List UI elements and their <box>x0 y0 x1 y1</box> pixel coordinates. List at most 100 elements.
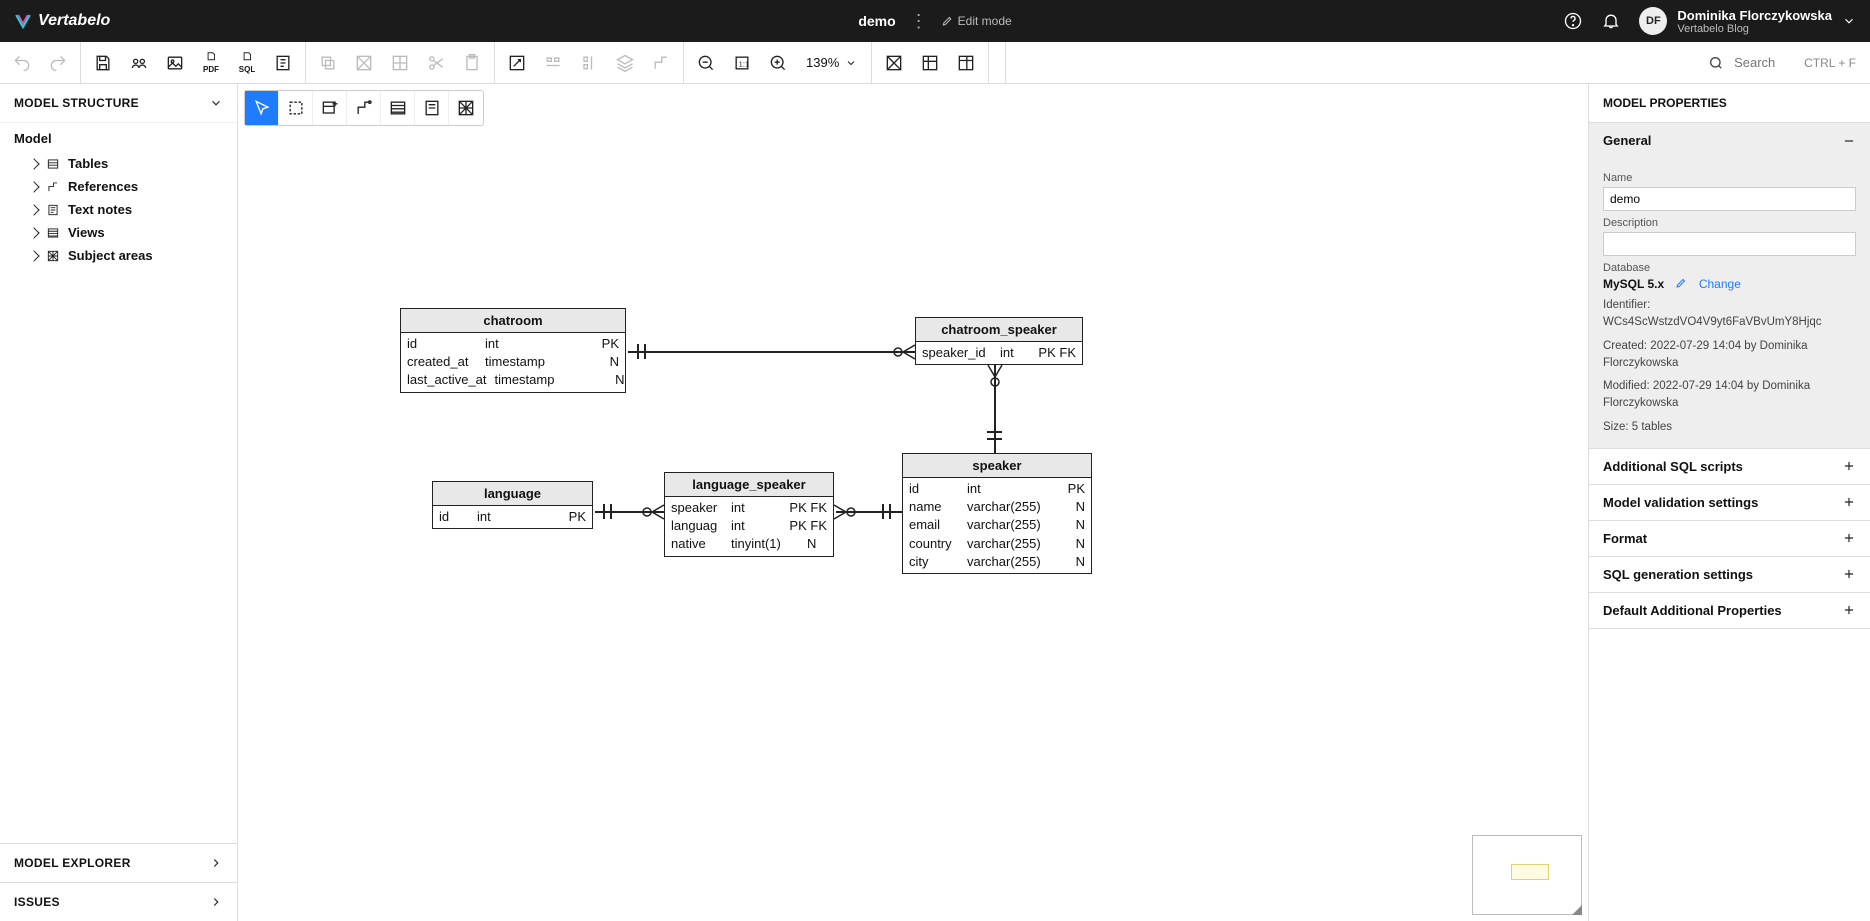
tree-item-views[interactable]: Views <box>14 221 223 244</box>
section-validation[interactable]: Model validation settings <box>1589 485 1870 520</box>
entity-title: chatroom <box>401 309 625 333</box>
erd-canvas[interactable]: chatroom idintPK created_attimestampN la… <box>238 84 1588 921</box>
entity-title: language_speaker <box>665 473 833 497</box>
redo-button[interactable] <box>44 49 72 77</box>
fit-button[interactable] <box>503 49 531 77</box>
layers-button[interactable] <box>611 49 639 77</box>
section-sql-scripts[interactable]: Additional SQL scripts <box>1589 449 1870 484</box>
search-input[interactable] <box>1734 55 1794 70</box>
entity-language-speaker[interactable]: language_speaker speakerintPK FK languag… <box>664 472 834 557</box>
issues-header[interactable]: ISSUES <box>0 882 237 921</box>
zoom-dropdown[interactable]: 139% <box>800 55 863 70</box>
section-sql-generation[interactable]: SQL generation settings <box>1589 557 1870 592</box>
brand-logo[interactable]: Vertabelo <box>14 12 110 30</box>
rel-line[interactable] <box>628 351 915 353</box>
avatar: DF <box>1639 7 1667 35</box>
help-icon[interactable] <box>1563 11 1583 31</box>
model-tree: Model Tables References Text notes Views… <box>0 123 237 843</box>
database-value: MySQL 5.x <box>1603 277 1664 291</box>
entity-chatroom[interactable]: chatroom idintPK created_attimestampN la… <box>400 308 626 393</box>
select-tool[interactable] <box>245 91 279 125</box>
crowfoot-icon <box>985 365 1005 389</box>
meta-size: Size: 5 tables <box>1603 419 1856 436</box>
add-view-tool[interactable] <box>381 91 415 125</box>
add-note-tool[interactable] <box>415 91 449 125</box>
add-reference-tool[interactable] <box>347 91 381 125</box>
edit-mode-indicator[interactable]: Edit mode <box>942 14 1012 28</box>
model-explorer-header[interactable]: MODEL EXPLORER <box>0 843 237 882</box>
model-properties-header: MODEL PROPERTIES <box>1589 84 1870 123</box>
crowfoot-icon <box>891 342 915 362</box>
entity-title: language <box>433 482 592 506</box>
note-icon <box>46 203 60 217</box>
svg-text:1:1: 1:1 <box>739 59 749 68</box>
tree-root[interactable]: Model <box>14 131 223 146</box>
section-general-header[interactable]: General <box>1589 123 1870 158</box>
zoom-out-button[interactable] <box>692 49 720 77</box>
entity-language[interactable]: language idintPK <box>432 481 593 529</box>
section-default-props[interactable]: Default Additional Properties <box>1589 593 1870 628</box>
model-description-input[interactable] <box>1603 232 1856 256</box>
meta-created: Created: 2022-07-29 14:04 by Dominika Fl… <box>1603 338 1856 373</box>
pdf-export-button[interactable]: PDF <box>197 49 225 77</box>
grid3-button[interactable] <box>952 49 980 77</box>
user-menu[interactable]: DF Dominika Florczykowska Vertabelo Blog <box>1639 7 1856 35</box>
grid1-button[interactable] <box>880 49 908 77</box>
reference-icon <box>46 180 60 194</box>
add-table-tool[interactable] <box>313 91 347 125</box>
align-v-button[interactable] <box>575 49 603 77</box>
grid2-button[interactable] <box>916 49 944 77</box>
zoom-reset-button[interactable]: 1:1 <box>728 49 756 77</box>
scissors-button[interactable] <box>422 49 450 77</box>
paste-button[interactable] <box>458 49 486 77</box>
save-button[interactable] <box>89 49 117 77</box>
search-icon <box>1708 55 1724 71</box>
zoom-in-button[interactable] <box>764 49 792 77</box>
tree-item-subjectareas[interactable]: Subject areas <box>14 244 223 267</box>
label-name: Name <box>1603 172 1856 184</box>
align-h-button[interactable] <box>539 49 567 77</box>
route-button[interactable] <box>647 49 675 77</box>
share-button[interactable] <box>125 49 153 77</box>
minimap[interactable] <box>1472 835 1582 915</box>
bell-icon[interactable] <box>1601 11 1621 31</box>
cut1-button[interactable] <box>350 49 378 77</box>
change-database-link[interactable]: Change <box>1699 277 1741 291</box>
minimap-resize-icon[interactable] <box>1572 905 1582 915</box>
sql-export-button[interactable]: SQL <box>233 49 261 77</box>
tree-item-tables[interactable]: Tables <box>14 152 223 175</box>
pencil-icon <box>942 15 954 27</box>
copy-button[interactable] <box>314 49 342 77</box>
marquee-tool[interactable] <box>279 91 313 125</box>
crowfoot-icon <box>640 502 664 522</box>
model-structure-header[interactable]: MODEL STRUCTURE <box>0 84 237 123</box>
chevron-down-icon <box>1842 14 1856 28</box>
pencil-icon <box>1675 277 1687 289</box>
model-name-input[interactable] <box>1603 187 1856 211</box>
tree-item-textnotes[interactable]: Text notes <box>14 198 223 221</box>
minimap-viewport[interactable] <box>1511 864 1549 880</box>
plus-icon <box>1842 603 1856 617</box>
add-area-tool[interactable] <box>449 91 483 125</box>
undo-button[interactable] <box>8 49 36 77</box>
brand-name: Vertabelo <box>38 12 110 30</box>
label-database: Database <box>1603 262 1856 274</box>
image-export-button[interactable] <box>161 49 189 77</box>
entity-chatroom-speaker[interactable]: chatroom_speaker speaker_idintPK FK <box>915 317 1083 365</box>
section-format[interactable]: Format <box>1589 521 1870 556</box>
entity-speaker[interactable]: speaker idintPK namevarchar(255)N emailv… <box>902 453 1092 574</box>
cut2-button[interactable] <box>386 49 414 77</box>
tree-item-references[interactable]: References <box>14 175 223 198</box>
xml-export-button[interactable] <box>269 49 297 77</box>
plus-icon <box>1842 495 1856 509</box>
header-center: demo ⋮ Edit mode <box>858 12 1011 30</box>
canvas-toolbar <box>244 90 484 126</box>
section-general: General Name Description Database MySQL … <box>1589 123 1870 449</box>
app-header: Vertabelo demo ⋮ Edit mode DF Dominika F… <box>0 0 1870 42</box>
label-description: Description <box>1603 217 1856 229</box>
model-menu-icon[interactable]: ⋮ <box>910 12 928 30</box>
entity-title: speaker <box>903 454 1091 478</box>
meta-identifier: Identifier: WCs4ScWstzdVO4V9yt6FaVBvUmY8… <box>1603 297 1856 332</box>
search-box[interactable]: CTRL + F <box>1694 55 1870 71</box>
plus-icon <box>1842 459 1856 473</box>
